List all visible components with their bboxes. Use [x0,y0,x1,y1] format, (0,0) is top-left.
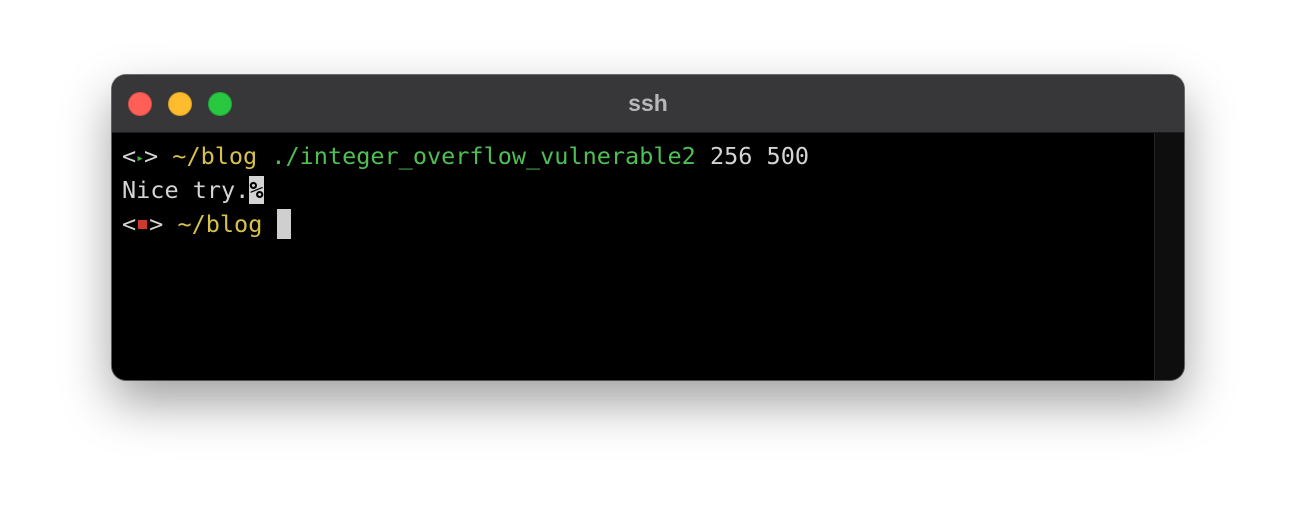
prompt-path: ~/blog [172,142,258,170]
prompt-open: < [122,210,137,238]
command-output: Nice try. [122,176,250,204]
command-text: ./integer_overflow_vulnerable2 [271,142,696,170]
window-title: ssh [628,90,668,116]
no-newline-marker: % [249,176,264,204]
text-cursor[interactable] [276,209,291,239]
prompt-close: > [149,210,164,238]
prompt-close: > [143,142,159,170]
prompt-success-arrow-icon: ▸ [136,151,144,166]
terminal-line: <▸> ~/blog ./integer_overflow_vulnerable… [122,141,809,171]
terminal-content[interactable]: <▸> ~/blog ./integer_overflow_vulnerable… [112,133,1154,380]
prompt-error-square-icon [138,220,148,229]
command-args: 256 500 [709,142,809,170]
title-bar[interactable]: ssh [112,75,1184,133]
prompt-path: ~/blog [177,210,263,238]
terminal-line: < > ~/blog [122,209,291,239]
terminal-window: ssh <▸> ~/blog ./integer_overflow_vulner… [112,75,1184,380]
scrollbar-track[interactable] [1154,133,1184,380]
prompt-open: < [122,142,137,170]
terminal-line: Nice try.% [122,175,264,205]
